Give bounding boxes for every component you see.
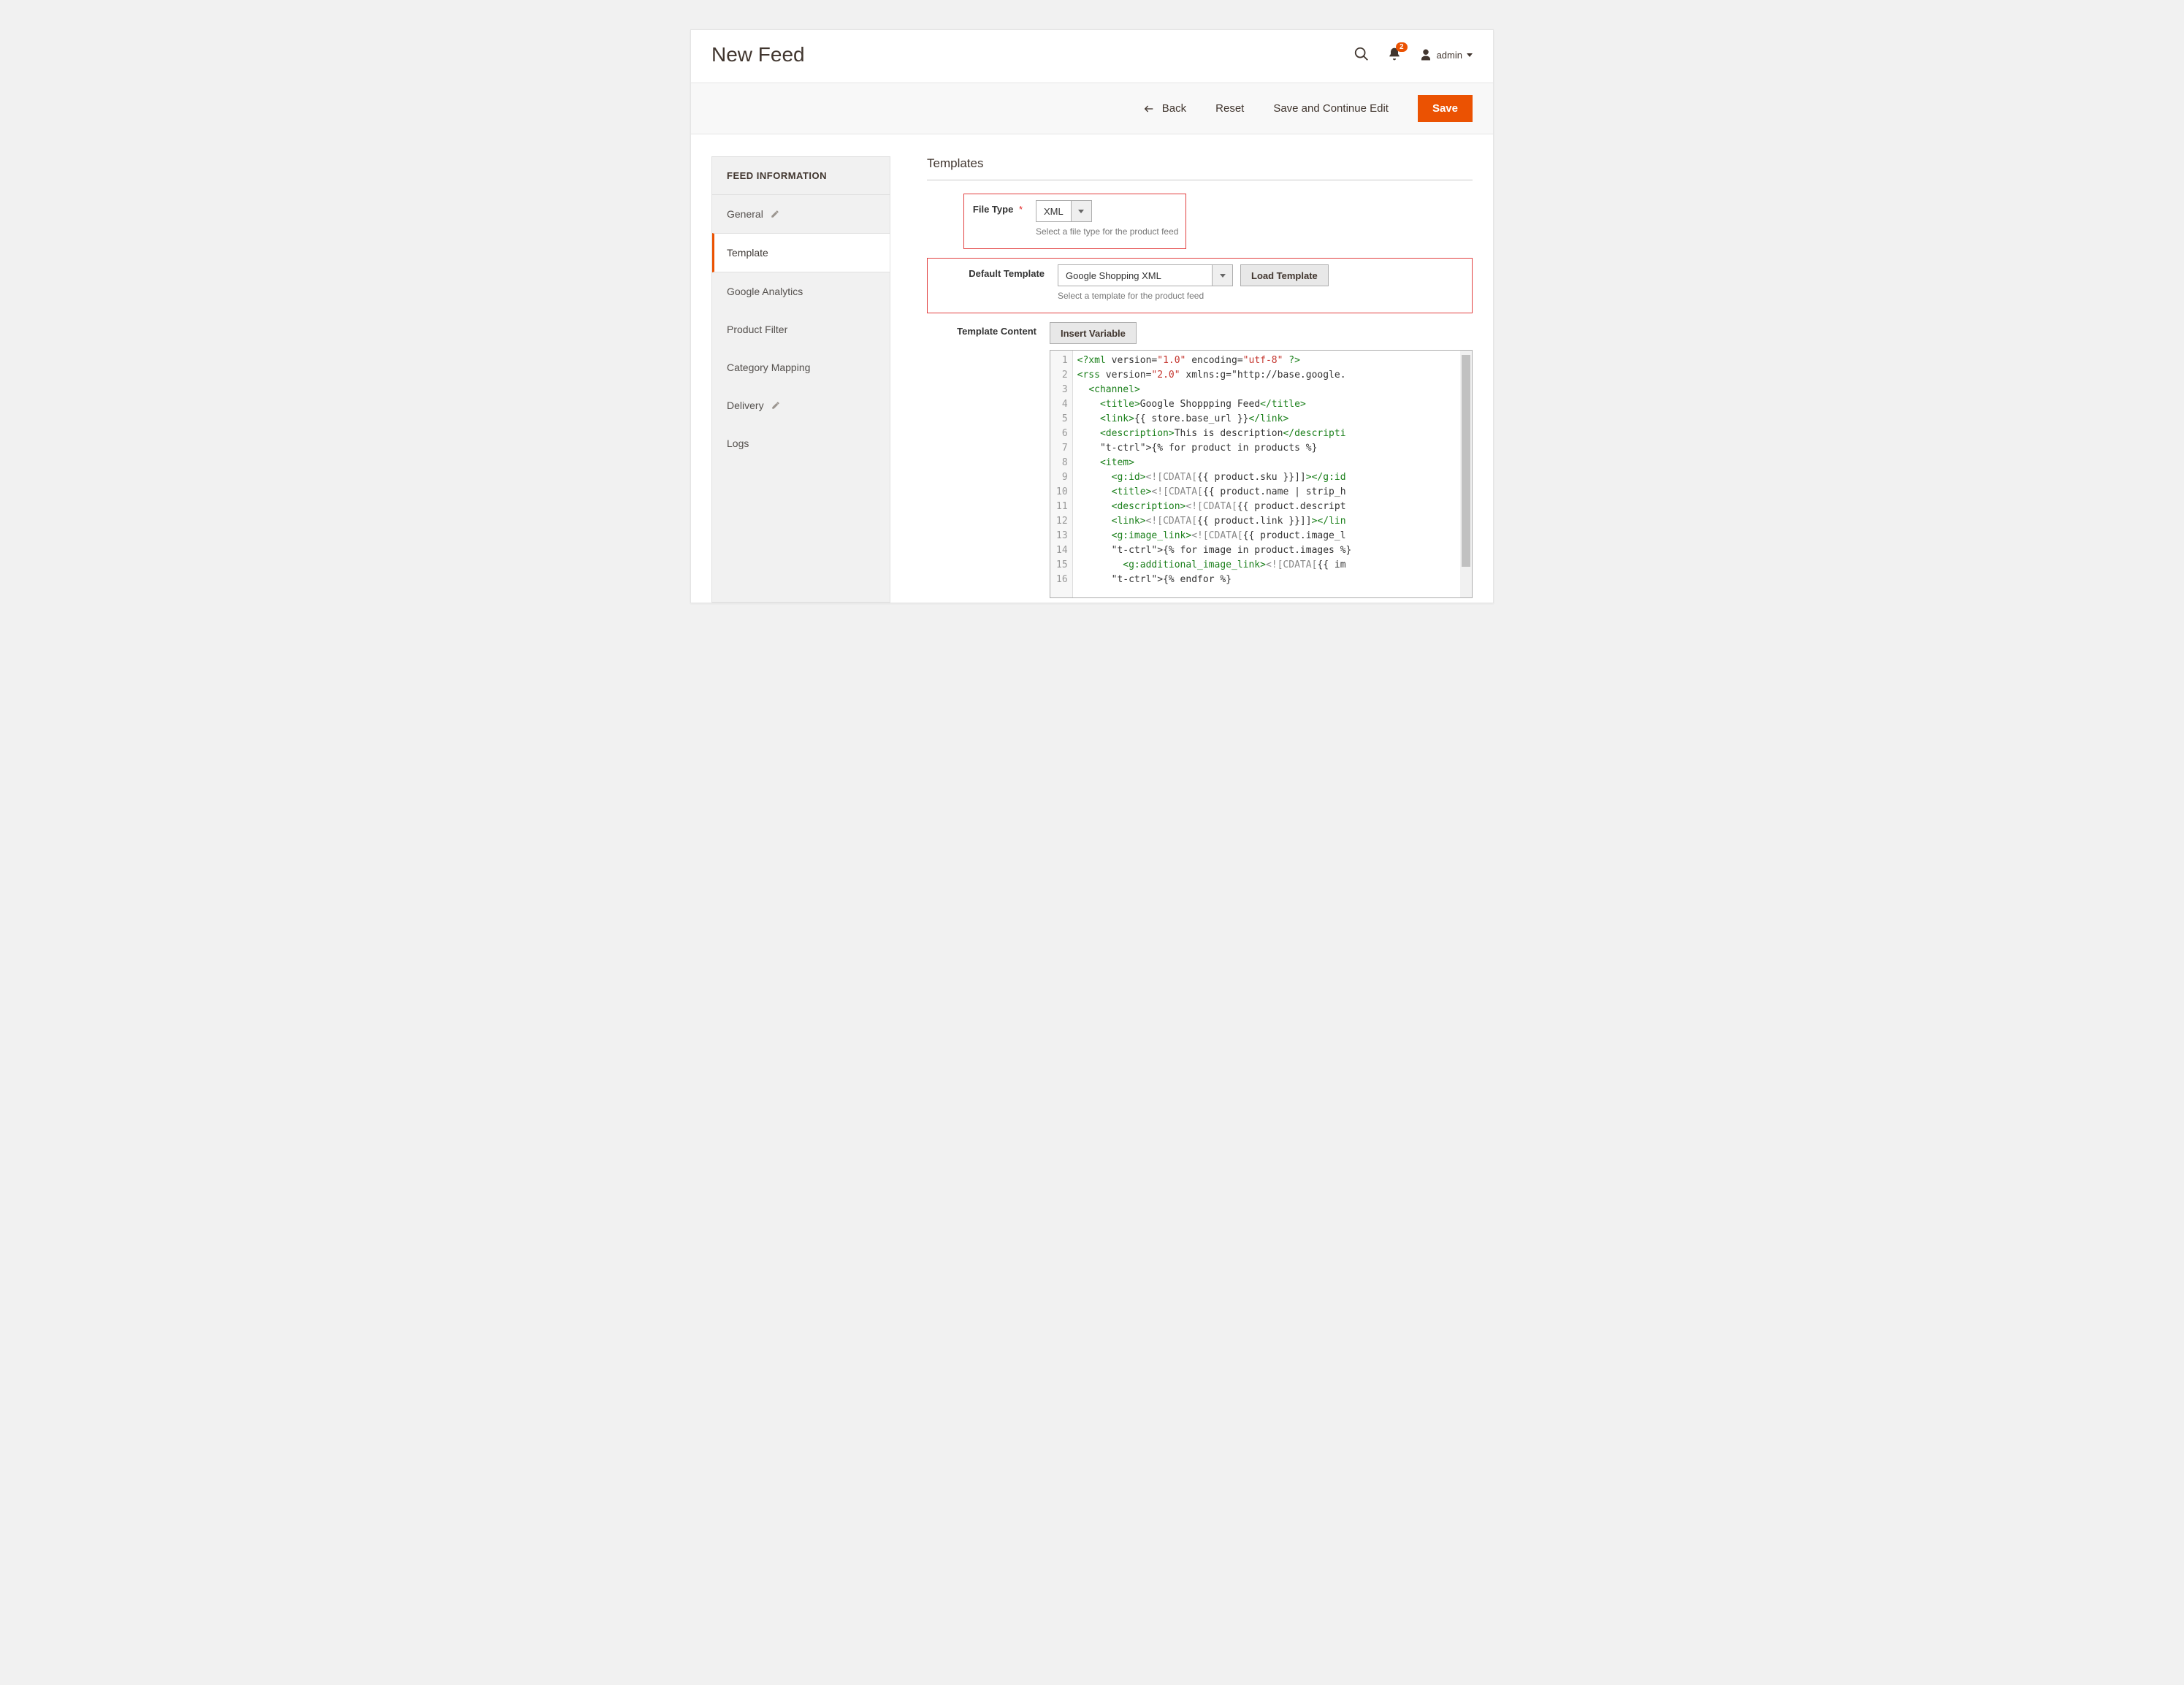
- code-body: <?xml version="1.0" encoding="utf-8" ?><…: [1073, 351, 1472, 597]
- save-button[interactable]: Save: [1418, 95, 1473, 122]
- scrollbar-thumb[interactable]: [1462, 355, 1470, 567]
- sidebar-item-label: Product Filter: [727, 324, 787, 335]
- app-window: New Feed 2 admin Back Reset Save and Con…: [690, 29, 1494, 603]
- sidebar-item-label: Template: [727, 247, 768, 259]
- sidebar-item-template[interactable]: Template: [712, 233, 890, 272]
- load-template-button[interactable]: Load Template: [1240, 264, 1329, 286]
- required-star-icon: *: [1019, 204, 1023, 215]
- sidebar-item-category-mapping[interactable]: Category Mapping: [712, 348, 890, 386]
- chevron-down-icon: [1071, 201, 1091, 221]
- chevron-down-icon: [1212, 265, 1232, 286]
- file-type-label: File Type *: [971, 200, 1023, 215]
- file-type-value: XML: [1036, 201, 1071, 221]
- section-title: Templates: [927, 156, 1473, 180]
- page-title: New Feed: [711, 43, 1353, 66]
- back-label: Back: [1162, 102, 1186, 115]
- chevron-down-icon: [1467, 53, 1473, 57]
- scrollbar-track[interactable]: [1460, 351, 1472, 597]
- sidebar-item-label: Logs: [727, 438, 749, 449]
- file-type-hint: Select a file type for the product feed: [1036, 226, 1178, 237]
- user-menu[interactable]: admin: [1419, 48, 1473, 61]
- file-type-highlight: File Type * XML Select a file type for t…: [963, 194, 1186, 249]
- sidebar-item-label: General: [727, 208, 763, 220]
- sidebar-item-label: Google Analytics: [727, 286, 803, 297]
- content-area: FEED INFORMATION General Template Google A…: [691, 134, 1493, 603]
- sidebar-item-general[interactable]: General: [712, 195, 890, 233]
- template-content-editor[interactable]: 12345678910111213141516 <?xml version="1…: [1050, 350, 1473, 598]
- pencil-icon: [771, 210, 779, 218]
- sidebar: FEED INFORMATION General Template Google A…: [711, 156, 890, 603]
- file-type-label-text: File Type: [973, 204, 1013, 215]
- sidebar-item-delivery[interactable]: Delivery: [712, 386, 890, 424]
- sidebar-header: FEED INFORMATION: [712, 157, 890, 195]
- notifications-badge: 2: [1396, 42, 1408, 52]
- search-button[interactable]: [1353, 46, 1370, 64]
- file-type-select[interactable]: XML: [1036, 200, 1092, 222]
- page-header: New Feed 2 admin: [691, 30, 1493, 83]
- insert-variable-button[interactable]: Insert Variable: [1050, 322, 1137, 344]
- arrow-left-icon: [1143, 103, 1155, 115]
- save-continue-button[interactable]: Save and Continue Edit: [1273, 102, 1389, 115]
- user-name: admin: [1437, 50, 1462, 61]
- default-template-select[interactable]: Google Shopping XML: [1058, 264, 1233, 286]
- default-template-hint: Select a template for the product feed: [1058, 291, 1329, 301]
- default-template-label: Default Template: [935, 264, 1045, 279]
- pencil-icon: [771, 401, 780, 410]
- action-bar: Back Reset Save and Continue Edit Save: [691, 83, 1493, 134]
- code-gutter: 12345678910111213141516: [1050, 351, 1073, 597]
- default-template-value: Google Shopping XML: [1058, 265, 1212, 286]
- sidebar-item-google-analytics[interactable]: Google Analytics: [712, 272, 890, 310]
- notifications-button[interactable]: 2: [1387, 47, 1402, 64]
- sidebar-item-logs[interactable]: Logs: [712, 424, 890, 462]
- sidebar-item-label: Category Mapping: [727, 362, 810, 373]
- main-panel: Templates File Type * XML Se: [927, 156, 1473, 603]
- default-template-highlight: Default Template Google Shopping XML Loa…: [927, 258, 1473, 313]
- sidebar-item-product-filter[interactable]: Product Filter: [712, 310, 890, 348]
- header-icons: 2 admin: [1353, 46, 1473, 64]
- user-icon: [1419, 48, 1432, 61]
- sidebar-item-label: Delivery: [727, 400, 764, 411]
- reset-button[interactable]: Reset: [1215, 102, 1244, 115]
- back-button[interactable]: Back: [1143, 102, 1186, 115]
- template-content-label: Template Content: [927, 322, 1036, 337]
- search-icon: [1353, 46, 1370, 62]
